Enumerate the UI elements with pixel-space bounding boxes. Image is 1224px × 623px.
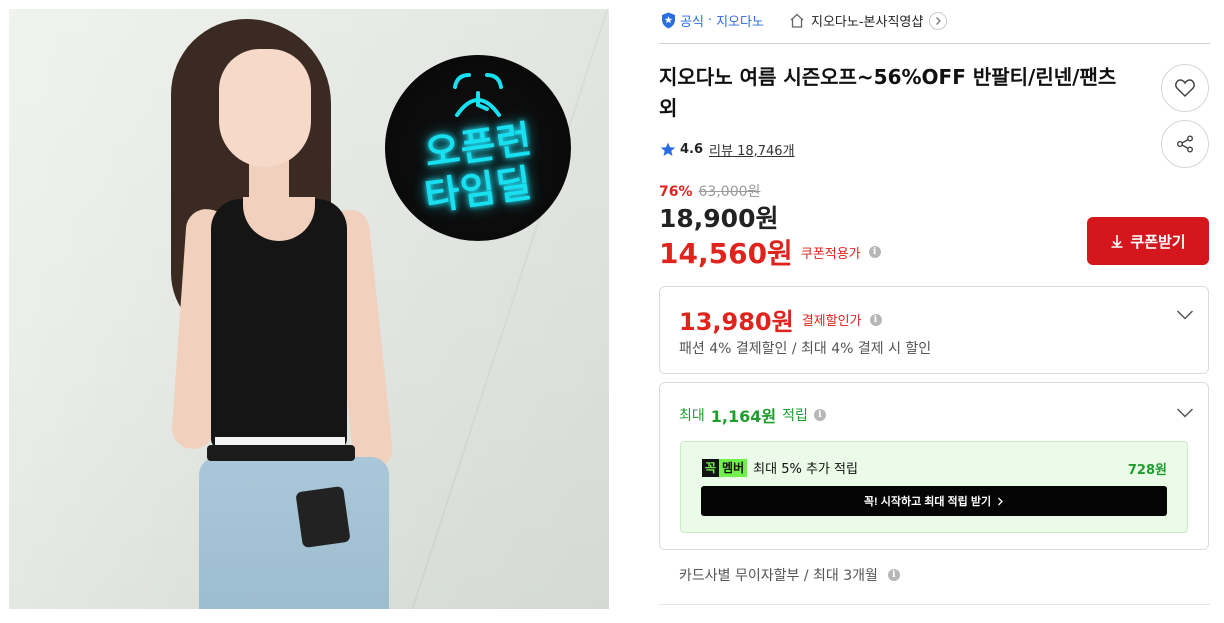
brand-name: 지오다노 bbox=[716, 15, 764, 30]
coupon-price: 14,560원 bbox=[659, 237, 793, 270]
model-face bbox=[219, 49, 311, 167]
star-icon bbox=[660, 142, 676, 156]
payment-discount-box[interactable]: 13,980원 결제할인가 i 패션 4% 결제할인 / 최대 4% 결제 시 … bbox=[659, 286, 1209, 374]
divider bbox=[659, 604, 1210, 605]
heart-icon bbox=[1175, 79, 1195, 98]
brand-bar: 공식 · 지오다노 지오다노-본사직영샵 bbox=[659, 0, 1210, 44]
home-icon bbox=[790, 13, 804, 28]
payment-discount-label: 결제할인가 bbox=[801, 314, 862, 329]
discount-row: 76% 63,000원 bbox=[659, 181, 760, 201]
points-amount: 1,164원 bbox=[710, 407, 777, 426]
timedeal-badge: 오픈런 타임딜 bbox=[385, 55, 571, 241]
share-button[interactable] bbox=[1161, 120, 1209, 168]
coupon-price-row: 14,560원 쿠폰적용가 i bbox=[659, 232, 881, 272]
rating-score: 4.6 bbox=[680, 142, 704, 157]
review-link[interactable]: 리뷰 18,746개 bbox=[709, 140, 795, 159]
chevron-down-icon[interactable] bbox=[1176, 407, 1194, 419]
coupon-button-label: 쿠폰받기 bbox=[1130, 233, 1186, 251]
membership-amount: 728원 bbox=[1127, 463, 1167, 478]
download-arrow-icon bbox=[1111, 235, 1123, 248]
original-price: 63,000원 bbox=[698, 184, 761, 200]
wishlist-button[interactable] bbox=[1161, 64, 1209, 112]
official-separator: · bbox=[707, 13, 713, 28]
points-prefix: 최대 bbox=[679, 408, 705, 424]
chevron-down-icon[interactable] bbox=[1176, 309, 1194, 321]
shield-star-icon bbox=[662, 12, 675, 29]
official-brand-link[interactable]: 공식 · 지오다노 bbox=[661, 11, 764, 30]
info-icon[interactable]: i bbox=[813, 409, 826, 421]
membership-badge-member: 멤버 bbox=[719, 458, 748, 477]
info-icon[interactable]: i bbox=[868, 246, 881, 258]
installment-text: 카드사별 무이자할부 / 최대 3개월 bbox=[679, 568, 878, 584]
model-jeans bbox=[199, 457, 389, 609]
payment-discount-price: 13,980원 bbox=[679, 308, 794, 336]
membership-cta-label: 꼭! 시작하고 최대 적립 받기 bbox=[863, 496, 992, 508]
coupon-price-label: 쿠폰적용가 bbox=[800, 246, 861, 262]
model-figure bbox=[159, 9, 419, 609]
chevron-right-icon bbox=[998, 497, 1004, 505]
info-icon[interactable]: i bbox=[869, 313, 882, 326]
review-count: 18,746개 bbox=[737, 144, 795, 159]
membership-badge-k: 꼭 bbox=[702, 458, 720, 477]
points-box: 최대 1,164원 적립 i 꼭 멤버 최대 5% 추가 적립 728원 꼭! … bbox=[659, 382, 1209, 550]
store-chevron-button[interactable] bbox=[929, 11, 948, 30]
product-title: 지오다노 여름 시즌오프~56%OFF 반팔티/린넨/팬츠 외 bbox=[659, 65, 1117, 120]
rating-summary: 4.6 리뷰 18,746개 bbox=[660, 140, 795, 159]
discount-rate: 76% bbox=[659, 184, 693, 200]
membership-start-button[interactable]: 꼭! 시작하고 최대 적립 받기 bbox=[701, 486, 1167, 516]
membership-row: 꼭 멤버 최대 5% 추가 적립 bbox=[702, 458, 858, 477]
chevron-right-icon bbox=[936, 16, 942, 25]
membership-promo: 꼭 멤버 최대 5% 추가 적립 728원 꼭! 시작하고 최대 적립 받기 bbox=[680, 441, 1188, 533]
info-icon[interactable]: i bbox=[887, 569, 900, 581]
review-label: 리뷰 bbox=[709, 144, 733, 159]
payment-price-row: 13,980원 결제할인가 i bbox=[679, 302, 882, 337]
share-icon bbox=[1177, 135, 1193, 153]
store-name: 지오다노-본사직영샵 bbox=[811, 15, 924, 30]
model-pouch bbox=[295, 485, 351, 549]
official-label: 공식 bbox=[680, 15, 704, 30]
membership-text: 최대 5% 추가 적립 bbox=[753, 462, 858, 477]
model-belt bbox=[207, 445, 355, 461]
coupon-download-button[interactable]: 쿠폰받기 bbox=[1087, 217, 1209, 265]
installment-info: 카드사별 무이자할부 / 최대 3개월 i bbox=[679, 565, 900, 585]
payment-discount-description: 패션 4% 결제할인 / 최대 4% 결제 시 할인 bbox=[679, 341, 932, 357]
product-info-panel: 공식 · 지오다노 지오다노-본사직영샵 지오다노 여름 시즌오프~56%OFF… bbox=[659, 0, 1210, 623]
membership-badge: 꼭 멤버 bbox=[702, 458, 748, 477]
sale-price: 18,900원 bbox=[659, 204, 779, 233]
points-suffix: 적립 bbox=[782, 408, 808, 424]
points-header: 최대 1,164원 적립 i bbox=[679, 403, 826, 427]
product-image[interactable]: 오픈런 타임딜 bbox=[9, 9, 609, 609]
store-link[interactable]: 지오다노-본사직영샵 bbox=[789, 11, 948, 30]
